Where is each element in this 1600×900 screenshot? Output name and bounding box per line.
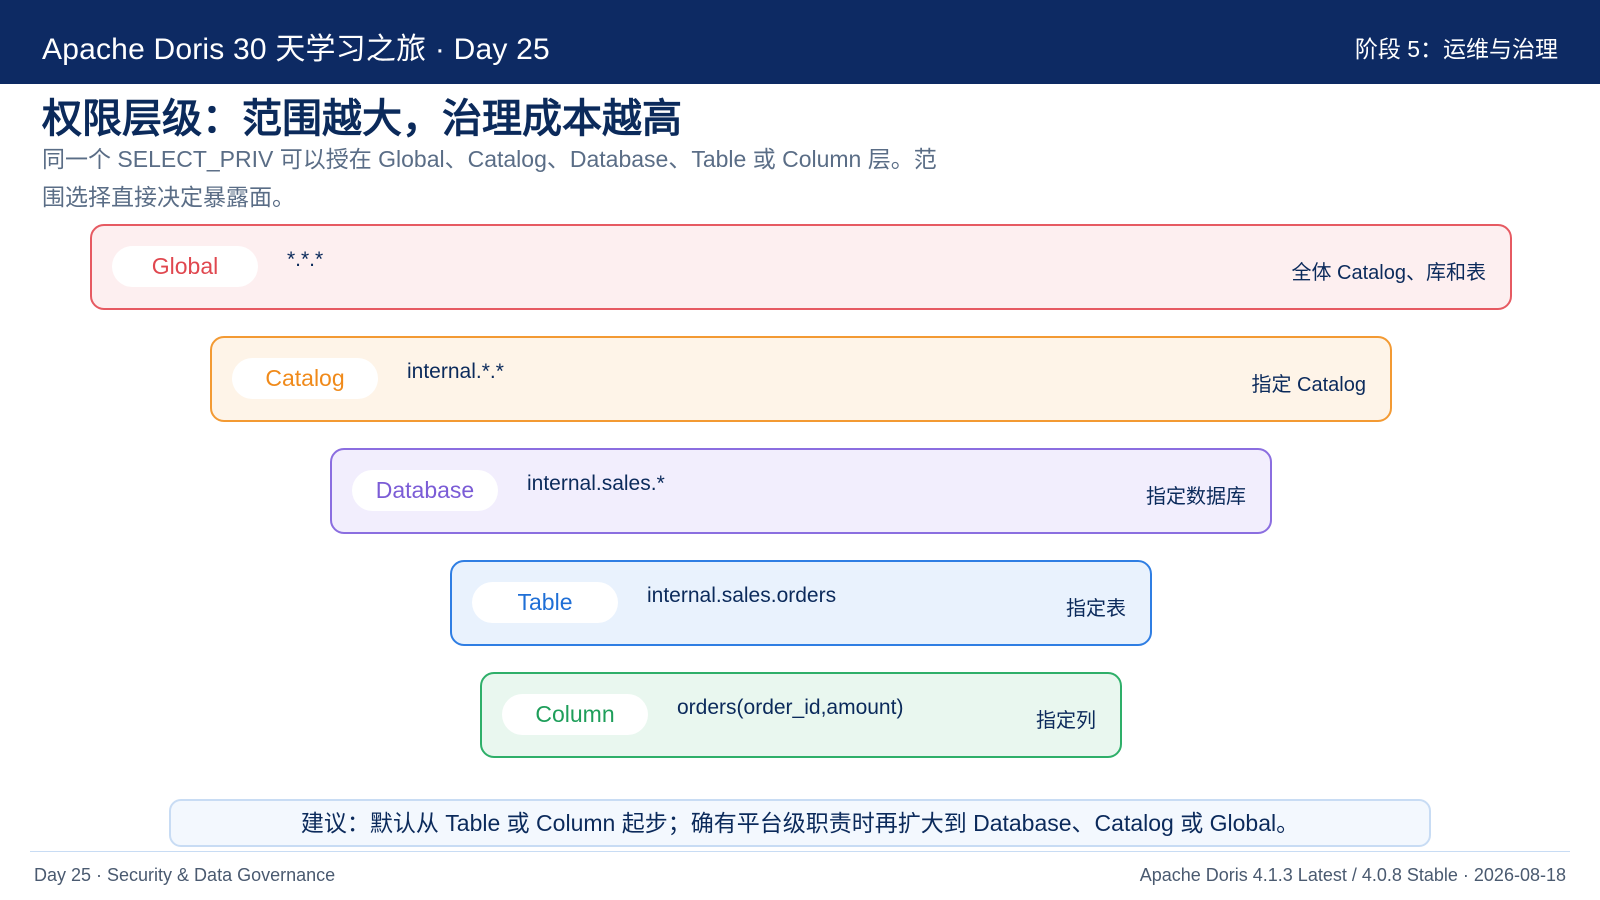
level-scope: *.*.*	[287, 248, 324, 271]
level-scope: internal.sales.orders	[647, 584, 837, 607]
footer-divider	[30, 851, 1570, 852]
header-bar: Apache Doris 30 天学习之旅 · Day 25 阶段 5：运维与治…	[0, 0, 1600, 84]
level-name-pill: Table	[472, 582, 618, 623]
footer-topic: Day 25 · Security & Data Governance	[34, 865, 336, 885]
slide-subtitle: 同一个 SELECT_PRIV 可以授在 Global、Catalog、Data…	[42, 146, 937, 210]
level-description: 指定 Catalog	[1251, 374, 1367, 396]
level-scope: internal.*.*	[407, 360, 504, 383]
level-description: 指定表	[1066, 598, 1126, 620]
footer-version: Apache Doris 4.1.3 Latest / 4.0.8 Stable…	[1139, 865, 1566, 885]
level-description: 指定数据库	[1146, 486, 1246, 508]
level-column: Column orders(order_id,amount) 指定列	[480, 672, 1122, 758]
level-scope: internal.sales.*	[527, 472, 665, 495]
stage-label: 阶段 5：运维与治理	[1354, 36, 1558, 62]
level-description: 全体 Catalog、库和表	[1291, 262, 1487, 284]
level-name-pill: Database	[352, 470, 498, 511]
level-table: Table internal.sales.orders 指定表	[450, 560, 1152, 646]
level-scope: orders(order_id,amount)	[677, 696, 904, 719]
level-name-pill: Global	[112, 246, 258, 287]
level-catalog: Catalog internal.*.* 指定 Catalog	[210, 336, 1392, 422]
recommendation-banner: 建议：默认从 Table 或 Column 起步；确有平台级职责时再扩大到 Da…	[169, 799, 1431, 847]
slide-heading: 权限层级：范围越大，治理成本越高	[42, 97, 682, 141]
course-title: Apache Doris 30 天学习之旅 · Day 25	[42, 33, 550, 66]
level-database: Database internal.sales.* 指定数据库	[330, 448, 1272, 534]
level-name-pill: Column	[502, 694, 648, 735]
level-description: 指定列	[1036, 710, 1096, 732]
level-global: Global *.*.* 全体 Catalog、库和表	[90, 224, 1512, 310]
level-name-pill: Catalog	[232, 358, 378, 399]
